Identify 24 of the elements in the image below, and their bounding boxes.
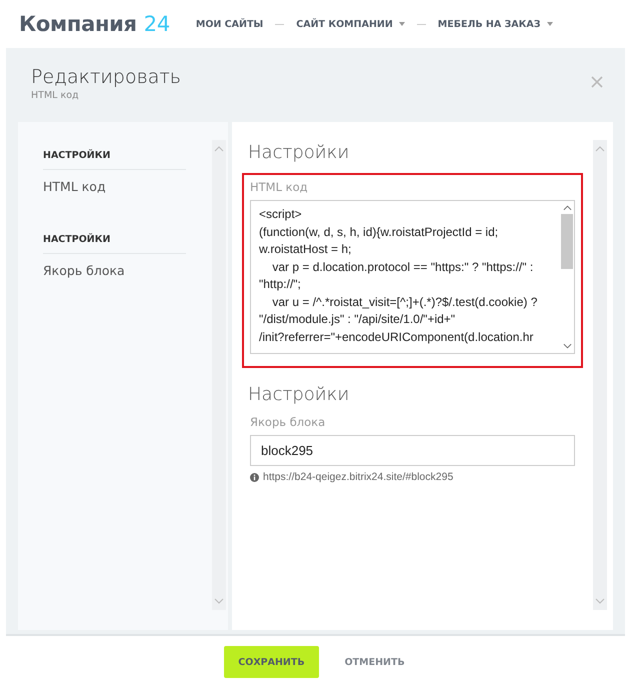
nav-link[interactable]: МОИ САЙТЫ (196, 18, 264, 30)
info-icon (250, 472, 259, 482)
code-text[interactable]: <script> (function(w, d, s, h, id){w.roistatProjectId = id; w.roistatHost = h; var p = d.location.protocol == "https:" ? "https://" : "http://"; var u = /^.*roistat_visit=[^;]+(.*)?$/.test(d.cookie) ? "/dist/module.js" : "/api/site/1.0/"+id+" /init?referrer="+encodeURIComponent(d.location.hr (251, 201, 560, 353)
scrollbar-thumb[interactable] (561, 214, 573, 269)
chevron-up-icon[interactable] (562, 205, 572, 211)
anchor-input[interactable]: block295 (250, 435, 575, 466)
dialog-subtitle: HTML код (31, 90, 80, 101)
sidebar-item[interactable]: HTML код (43, 170, 186, 194)
section-title: Настройки (247, 141, 350, 165)
close-icon[interactable] (591, 76, 603, 88)
nav-link[interactable]: САЙТ КОМПАНИИ (296, 18, 405, 30)
nav-link[interactable]: МЕБЕЛЬ НА ЗАКАЗ (438, 18, 552, 30)
chevron-down-icon[interactable] (562, 343, 572, 349)
company-logo[interactable]: Компания 24 (19, 12, 170, 36)
cancel-button[interactable]: ОТМЕНИТЬ (330, 646, 419, 678)
field-label: HTML код (250, 180, 309, 194)
dialog-title: Редактировать (31, 66, 181, 88)
section-title: Настройки (247, 383, 350, 407)
sidebar-item[interactable]: Якорь блока (43, 254, 186, 278)
save-button[interactable]: СОХРАНИТЬ (224, 646, 319, 678)
sidebar-heading: НАСТРОЙКИ (43, 150, 186, 170)
field-label: Якорь блока (250, 415, 326, 429)
sidebar-heading: НАСТРОЙКИ (43, 234, 186, 254)
anchor-url: https://b24-qeigez.bitrix24.site/#block295 (263, 471, 454, 483)
